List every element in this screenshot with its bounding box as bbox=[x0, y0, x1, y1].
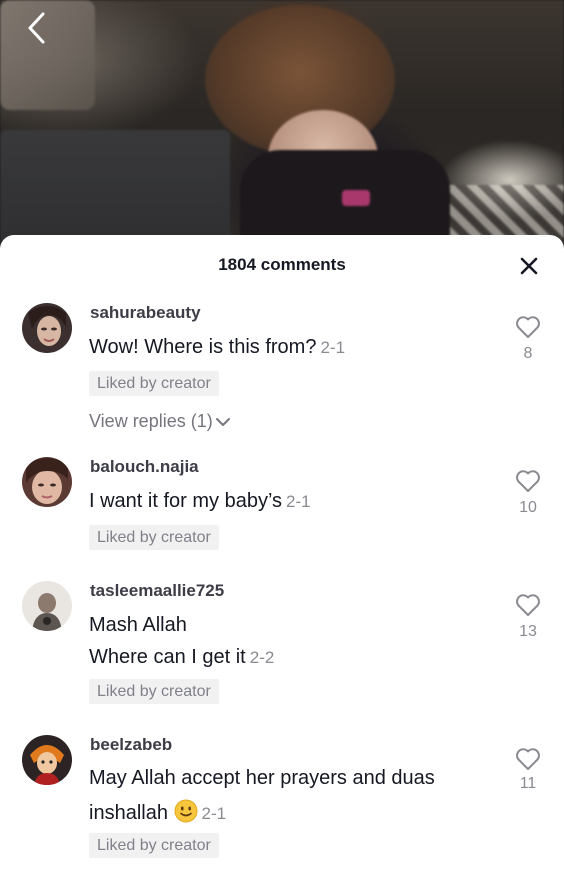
heart-outline-icon bbox=[516, 470, 540, 492]
comment-text: Wow! Where is this from? 2-1 bbox=[89, 336, 345, 359]
comment-count: 1804 comments bbox=[218, 255, 346, 274]
liked-by-creator-badge: Liked by creator bbox=[89, 679, 219, 704]
comment-date: 2-1 bbox=[320, 338, 346, 357]
back-button[interactable] bbox=[18, 10, 54, 46]
comments-sheet: 1804 comments sahurabeauty Wow! Where is… bbox=[0, 235, 564, 881]
couch bbox=[0, 130, 230, 250]
like-button[interactable] bbox=[513, 745, 543, 773]
comment-username[interactable]: tasleemaallie725 bbox=[90, 581, 224, 601]
liked-by-creator-badge: Liked by creator bbox=[89, 525, 219, 550]
comment-username[interactable]: beelzabeb bbox=[90, 735, 172, 755]
heart-outline-icon bbox=[516, 594, 540, 616]
like-count: 10 bbox=[519, 499, 537, 516]
avatar[interactable] bbox=[22, 457, 72, 507]
comment-text-line: I want it for my baby’s bbox=[89, 490, 283, 512]
view-replies-label: View replies (1) bbox=[89, 411, 213, 431]
like-button[interactable] bbox=[513, 591, 543, 619]
comment-text-line: Wow! Where is this from? bbox=[89, 336, 317, 358]
chevron-left-icon bbox=[28, 12, 45, 44]
like-count: 13 bbox=[519, 623, 537, 640]
comment-text-line: Mash Allah bbox=[89, 614, 187, 636]
comment-username[interactable]: balouch.najia bbox=[90, 457, 199, 477]
close-button[interactable] bbox=[514, 251, 544, 281]
like-count: 8 bbox=[523, 345, 533, 362]
like-count: 11 bbox=[519, 775, 537, 792]
comment-date: 2-2 bbox=[249, 648, 275, 667]
comment-text-line: Where can I get it bbox=[89, 646, 246, 668]
comment-text-line: May Allah accept her prayers and duas bbox=[89, 767, 435, 789]
avatar[interactable] bbox=[22, 303, 72, 353]
shirt-logo bbox=[342, 190, 370, 206]
video-background[interactable] bbox=[0, 0, 564, 250]
tiktok-comments-screen: 1804 comments sahurabeauty Wow! Where is… bbox=[0, 0, 564, 881]
comment-text: inshallah 2-1 bbox=[89, 799, 226, 825]
comment-date: 2-1 bbox=[201, 804, 227, 823]
comment-username[interactable]: sahurabeauty bbox=[90, 303, 201, 323]
close-icon bbox=[520, 257, 538, 275]
slightly-smiling-face-emoji bbox=[174, 799, 198, 823]
liked-by-creator-badge: Liked by creator bbox=[89, 833, 219, 858]
chevron-down-icon bbox=[215, 417, 230, 426]
liked-by-creator-badge: Liked by creator bbox=[89, 371, 219, 396]
comment-date: 2-1 bbox=[286, 492, 311, 511]
avatar[interactable] bbox=[22, 735, 72, 785]
heart-outline-icon bbox=[516, 748, 540, 770]
avatar[interactable] bbox=[22, 581, 72, 631]
comments-header: 1804 comments bbox=[0, 235, 564, 295]
comment-text: Where can I get it 2-2 bbox=[89, 646, 274, 669]
comment-text: I want it for my baby’s 2-1 bbox=[89, 490, 311, 513]
like-button[interactable] bbox=[513, 467, 543, 495]
heart-outline-icon bbox=[516, 316, 540, 338]
like-button[interactable] bbox=[513, 313, 543, 341]
view-replies-button[interactable]: View replies (1) bbox=[89, 411, 231, 432]
comment-text-line: inshallah bbox=[89, 802, 168, 824]
